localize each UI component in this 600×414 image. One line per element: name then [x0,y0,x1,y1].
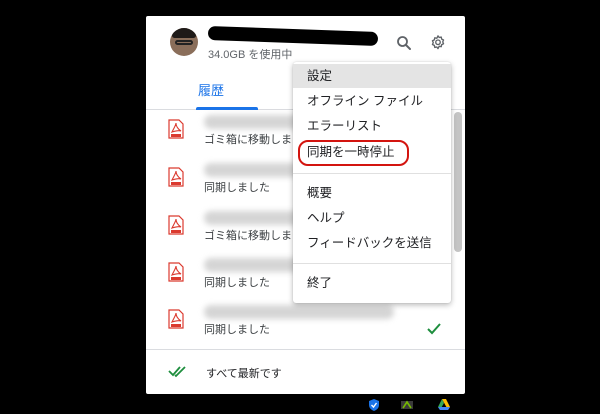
menu-separator [293,173,451,174]
menu-item-send-feedback[interactable]: フィードバックを送信 [293,231,451,255]
search-icon[interactable] [395,34,413,52]
screen: 34.0GB を使用中 履歴 ゴミ箱に移動しま 同期しました ゴミ箱に移動しま 同期し… [0,0,600,414]
file-status: 同期しました [204,277,270,289]
redacted-file-name [204,305,394,319]
active-tab-indicator [196,107,258,110]
menu-item-error-list[interactable]: エラーリスト [293,114,451,138]
menu-item-help[interactable]: ヘルプ [293,206,451,230]
pdf-file-icon [168,215,184,235]
file-status: ゴミ箱に移動しま [204,230,292,242]
gpu-tray-icon[interactable] [400,398,414,412]
storage-usage: 34.0GB を使用中 [208,49,293,61]
tab-history[interactable]: 履歴 [198,80,224,99]
sync-status-text: すべて最新です [206,368,282,380]
file-row[interactable]: 同期しました [146,301,465,349]
redacted-account-name [207,26,379,46]
double-check-icon [168,366,186,378]
google-drive-icon[interactable] [437,398,451,412]
sync-status-footer: すべて最新です [146,349,465,394]
avatar-glasses [175,40,193,45]
file-status: 同期しました [204,324,270,336]
panel-header: 34.0GB を使用中 [146,16,465,68]
avatar[interactable] [170,28,198,56]
pdf-file-icon [168,262,184,282]
menu-item-quit[interactable]: 終了 [293,271,451,295]
file-status: 同期しました [204,182,270,194]
scrollbar[interactable] [454,112,462,252]
check-icon [427,323,441,335]
menu-separator [293,263,451,264]
menu-item-about[interactable]: 概要 [293,181,451,205]
highlight-annotation [298,140,409,166]
avatar-hair [172,28,196,38]
pdf-file-icon [168,119,184,139]
menu-item-offline-files[interactable]: オフライン ファイル [293,89,451,113]
file-status: ゴミ箱に移動しま [204,134,292,146]
redacted-file-name [204,258,304,272]
pdf-file-icon [168,167,184,187]
gear-icon[interactable] [429,34,447,52]
shield-icon[interactable] [367,398,381,412]
pdf-file-icon [168,309,184,329]
settings-menu: 設定 オフライン ファイル エラーリスト 同期を一時停止 概要 ヘルプ フィードバックを送信… [293,62,451,303]
menu-item-settings[interactable]: 設定 [293,64,451,88]
